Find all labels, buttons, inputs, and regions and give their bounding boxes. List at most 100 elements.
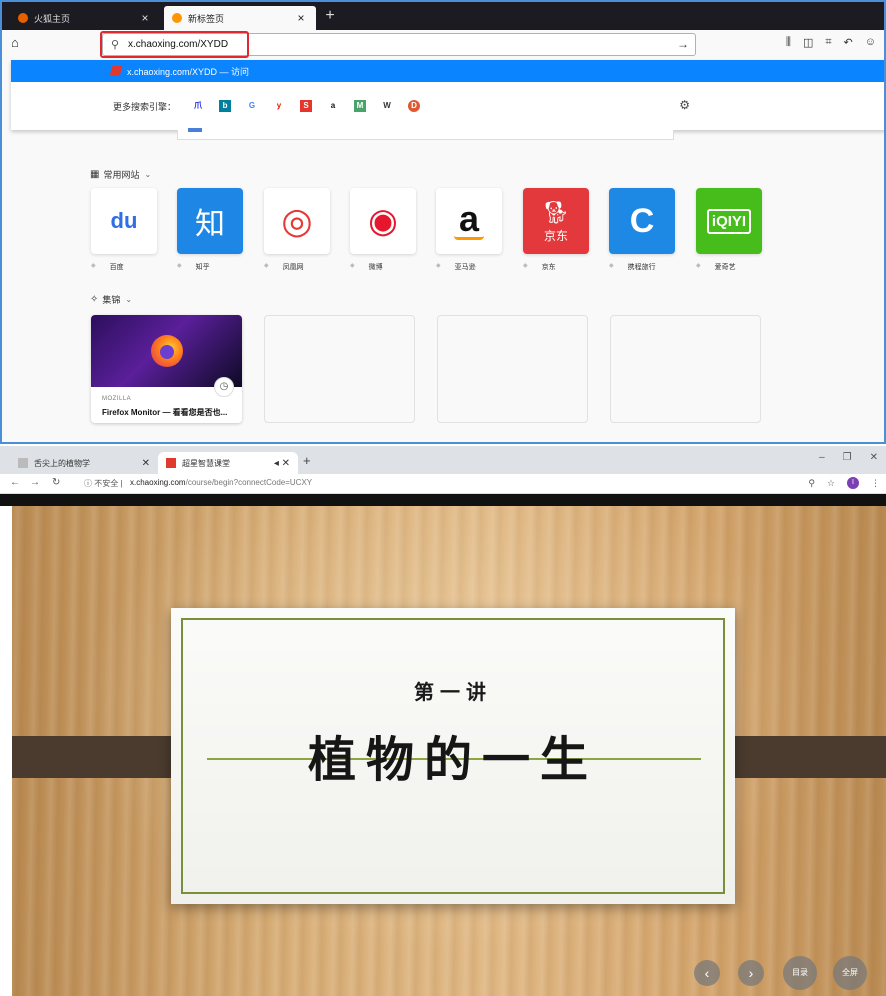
new-tab-button[interactable]: + bbox=[320, 6, 340, 28]
chevron-down-icon: ⌄ bbox=[125, 295, 133, 304]
library-icon[interactable]: ⫼ bbox=[786, 36, 791, 49]
bookmark-star-icon[interactable]: ☆ bbox=[827, 478, 835, 489]
slide-stage: 第一讲 植物的一生 ‹ › 目录 全屏 bbox=[12, 506, 886, 996]
jd-tile-icon: 🐕︎ 京东 bbox=[523, 188, 589, 254]
amazon-tile-icon: a bbox=[436, 188, 502, 254]
slide-subtitle: 第一讲 bbox=[414, 680, 492, 704]
tab-title: 新标签页 bbox=[188, 13, 225, 24]
close-window-icon[interactable]: ✕ bbox=[870, 452, 878, 463]
home-icon[interactable]: ⌂ bbox=[11, 35, 19, 50]
chaoxing-favicon-icon bbox=[166, 458, 176, 468]
duckduckgo-engine-icon[interactable]: D bbox=[408, 100, 421, 112]
account-icon[interactable]: ☺ bbox=[865, 36, 876, 49]
highlight-placeholder bbox=[610, 315, 761, 423]
toc-button[interactable]: 目录 bbox=[783, 956, 817, 990]
amazon-engine-icon[interactable]: a bbox=[327, 100, 339, 112]
security-indicator[interactable]: ⓘ 不安全 | bbox=[84, 478, 123, 489]
top-site-ifeng[interactable]: ◎ ◆ 凤凰网 bbox=[264, 188, 330, 272]
minimize-icon[interactable]: – bbox=[819, 452, 825, 463]
toolbar-icons: ⫼ ◫ ⌗ ↶ ☺ bbox=[786, 36, 876, 49]
yandex-engine-icon[interactable]: y bbox=[273, 100, 285, 112]
letterbox-bar bbox=[0, 494, 886, 506]
address-bar[interactable]: x.chaoxing.com/course/begin?connectCode=… bbox=[130, 478, 312, 487]
new-tab-button[interactable]: + bbox=[303, 453, 311, 468]
slide-card: 第一讲 植物的一生 bbox=[171, 608, 735, 904]
menu-kebab-icon[interactable]: ⋮ bbox=[871, 478, 880, 489]
tab-botany[interactable]: 舌尖上的植物学 ✕ bbox=[10, 452, 158, 474]
restore-icon[interactable]: ❐ bbox=[843, 452, 852, 463]
tab-firefox-home[interactable]: 火狐主页 × bbox=[10, 6, 160, 30]
profile-avatar[interactable]: I bbox=[847, 477, 859, 489]
prev-slide-button[interactable]: ‹ bbox=[694, 960, 720, 986]
clock-icon: ◷ bbox=[214, 377, 234, 397]
wikipedia-engine-icon[interactable]: W bbox=[381, 100, 393, 112]
top-site-iqiyi[interactable]: iQIYI ◆ 爱奇艺 bbox=[696, 188, 762, 272]
security-text: 不安全 bbox=[94, 479, 119, 488]
right-strap bbox=[714, 732, 886, 782]
highlights-label: 集锦 bbox=[102, 295, 121, 305]
chrome-window: 舌尖上的植物学 ✕ 超星智慧课堂 ◂ ✕ + – ❐ ✕ ← → ↻ ⓘ 不安全… bbox=[0, 446, 886, 996]
left-strap bbox=[12, 732, 192, 782]
back-arrow-icon[interactable]: ↶ bbox=[844, 36, 853, 49]
ifeng-tile-icon: ◎ bbox=[264, 188, 330, 254]
top-site-label: 百度 bbox=[109, 264, 124, 271]
highlight-placeholder bbox=[264, 315, 415, 423]
tab-chaoxing-classroom[interactable]: 超星智慧课堂 ◂ ✕ bbox=[158, 452, 298, 474]
page-favicon-icon bbox=[18, 458, 28, 468]
tab-new-tab[interactable]: 新标签页 × bbox=[164, 6, 316, 30]
tab-title: 火狐主页 bbox=[34, 13, 71, 24]
fullscreen-button[interactable]: 全屏 bbox=[833, 956, 867, 990]
close-tab-icon[interactable]: ✕ bbox=[142, 458, 150, 469]
sidebar-icon[interactable]: ◫ bbox=[803, 36, 813, 49]
highlight-placeholder bbox=[437, 315, 588, 423]
pin-icon: ◆ bbox=[91, 263, 96, 269]
suggestion-row[interactable]: x.chaoxing.com/XYDD — 访问 bbox=[11, 60, 884, 82]
pin-icon: ◆ bbox=[177, 263, 182, 269]
firefox-logo-icon bbox=[151, 335, 183, 367]
go-arrow-icon[interactable]: → bbox=[677, 37, 689, 51]
baidu-tile-icon: du bbox=[91, 188, 157, 254]
suggestion-text: x.chaoxing.com/XYDD — 访问 bbox=[127, 66, 250, 77]
audio-and-close-icon[interactable]: ◂ ✕ bbox=[274, 458, 290, 469]
pin-icon: ◆ bbox=[523, 263, 528, 269]
chaoxing-favicon-icon bbox=[109, 66, 123, 76]
top-sites-header[interactable]: ▦ 常用网站 ⌄ bbox=[90, 168, 151, 181]
top-site-jd[interactable]: 🐕︎ 京东 ◆ 京东 bbox=[523, 188, 589, 272]
firefox-favicon-icon bbox=[172, 13, 182, 23]
close-tab-icon[interactable]: × bbox=[294, 11, 308, 25]
baidu-engine-icon[interactable]: 爪 bbox=[192, 100, 204, 112]
pin-icon: ◆ bbox=[609, 263, 614, 269]
next-slide-button[interactable]: › bbox=[738, 960, 764, 986]
top-site-baidu[interactable]: du ◆ 百度 bbox=[91, 188, 157, 272]
tab-title: 超星智慧课堂 bbox=[182, 458, 230, 468]
highlight-source: MOZILLA bbox=[102, 396, 132, 402]
close-tab-icon[interactable]: × bbox=[138, 11, 152, 25]
ctrip-tile-icon: C bbox=[609, 188, 675, 254]
screenshot-icon[interactable]: ⌗ bbox=[825, 36, 831, 49]
bing-engine-icon[interactable]: b bbox=[219, 100, 232, 112]
url-path: /course/begin?connectCode=UCXY bbox=[185, 478, 313, 487]
weibo-tile-icon: ◉ bbox=[350, 188, 416, 254]
highlight-card-firefox-monitor[interactable]: ◷ MOZILLA Firefox Monitor — 看看您是否也... bbox=[91, 315, 242, 423]
forward-icon[interactable]: → bbox=[30, 477, 40, 488]
back-icon[interactable]: ← bbox=[10, 477, 20, 488]
reload-icon[interactable]: ↻ bbox=[52, 477, 60, 488]
top-sites-label: 常用网站 bbox=[103, 170, 140, 180]
search-engines-row: 更多搜索引擎： 爪 b G y S a M W D ⚙ bbox=[11, 82, 884, 130]
firefox-favicon-icon bbox=[18, 13, 28, 23]
highlights-header[interactable]: ✧ 集锦 ⌄ bbox=[90, 293, 132, 306]
google-engine-icon[interactable]: G bbox=[246, 100, 258, 112]
chevron-down-icon: ⌄ bbox=[144, 170, 152, 179]
top-site-label: 微博 bbox=[368, 264, 383, 271]
map-engine-icon[interactable]: M bbox=[354, 100, 367, 112]
top-site-amazon[interactable]: a ◆ 亚马逊 bbox=[436, 188, 502, 272]
top-site-ctrip[interactable]: C ◆ 携程旅行 bbox=[609, 188, 675, 272]
firefox-tab-bar: 火狐主页 × 新标签页 × + bbox=[2, 2, 884, 30]
zoom-icon[interactable]: ⚲ bbox=[808, 478, 815, 489]
sogou-engine-icon[interactable]: S bbox=[300, 100, 313, 112]
search-engines-label: 更多搜索引擎： bbox=[113, 101, 177, 112]
gear-icon[interactable]: ⚙ bbox=[679, 98, 690, 112]
top-site-weibo[interactable]: ◉ ◆ 微博 bbox=[350, 188, 416, 272]
url-host: x.chaoxing.com bbox=[130, 478, 186, 487]
top-site-zhihu[interactable]: 知 ◆ 知乎 bbox=[177, 188, 243, 272]
